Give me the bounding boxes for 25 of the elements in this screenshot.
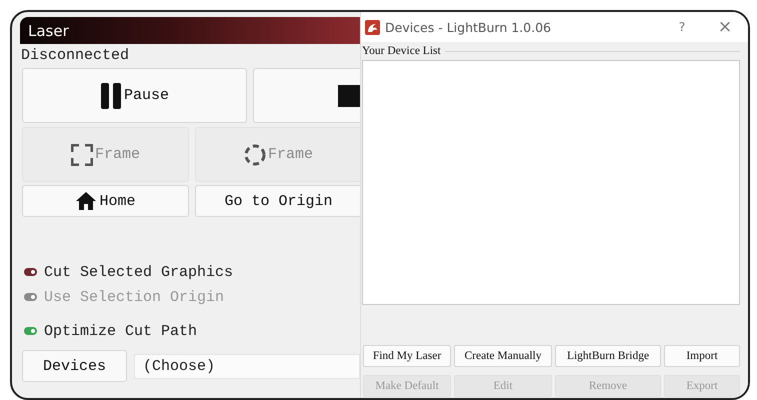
go-to-origin-button[interactable]: Go to Origin [195,185,360,217]
toggle-option[interactable]: Cut Selected Graphics [24,261,360,283]
group-label: Your Device List [362,45,441,57]
dashed-circle-icon [244,144,266,166]
connection-status: Disconnected [21,47,130,64]
dialog-title: Devices - LightBurn 1.0.06 [385,20,552,34]
devices-button[interactable]: Devices [22,350,127,382]
pause-button[interactable]: Pause [22,68,247,123]
dialog-button[interactable]: LightBurn Bridge [555,345,661,367]
home-icon [75,191,98,211]
help-button[interactable]: ? [667,20,697,34]
dialog-button[interactable]: Find My Laser [363,345,451,367]
pause-icon [100,82,122,108]
panel-title: Laser [20,17,360,44]
home-button[interactable]: Home [22,185,189,217]
app-logo-icon [365,20,380,34]
toggle-switch-icon[interactable] [24,268,37,276]
toggle-option[interactable]: Optimize Cut Path [24,320,360,342]
stop-icon [338,84,360,106]
device-select[interactable]: (Choose) [134,354,360,378]
dialog-button[interactable]: Import [664,345,740,367]
square-frame-icon [70,144,93,166]
dialog-button[interactable]: Create Manually [454,345,552,367]
toggle-switch-icon[interactable] [24,327,37,335]
close-button[interactable]: × [702,17,748,37]
